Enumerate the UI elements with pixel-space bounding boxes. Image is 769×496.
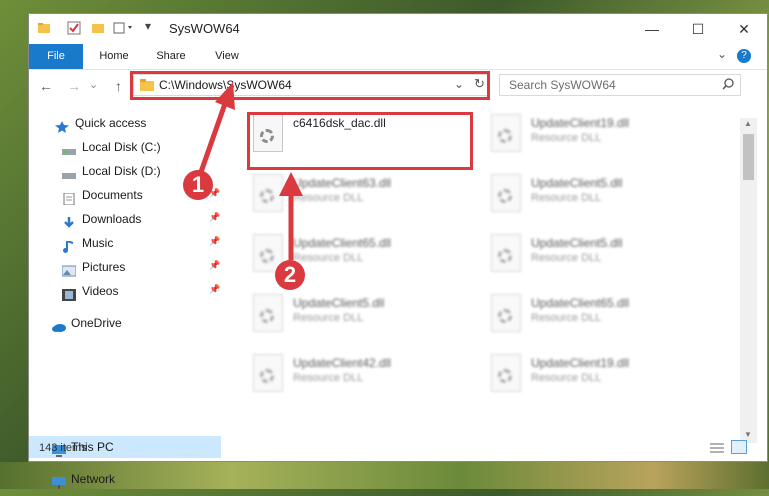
- annotation-arrows: [198, 82, 303, 260]
- sidebar-item-network[interactable]: Network: [51, 468, 115, 490]
- explorer-window: ▾ SysWOW64 — ☐ ✕ File Home Share View ⌄ …: [28, 13, 768, 489]
- desktop-background: [0, 462, 769, 489]
- network-icon: [51, 474, 66, 489]
- sidebar-item-label: Network: [71, 472, 116, 486]
